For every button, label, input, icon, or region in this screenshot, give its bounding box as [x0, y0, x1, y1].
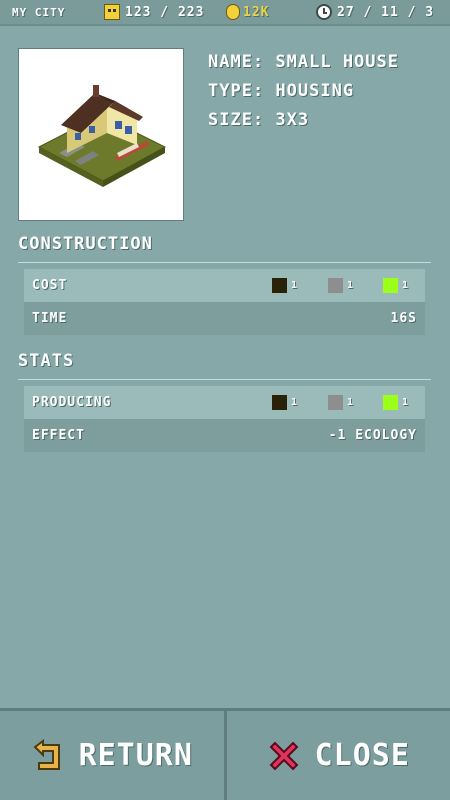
time-label: TIME [32, 311, 68, 326]
return-button[interactable]: RETURN [0, 711, 224, 800]
date-value: 27 / 11 / 3 [337, 4, 435, 20]
resource-amount: 1 [402, 280, 410, 291]
resource-amount: 1 [347, 280, 355, 291]
clock-icon [316, 4, 332, 20]
building-preview [18, 48, 184, 221]
resource-amount: 1 [291, 280, 299, 291]
return-arrow-icon [33, 738, 60, 770]
bottom-button-bar: RETURN CLOSE [0, 708, 450, 800]
resource-amount: 1 [347, 397, 355, 408]
small-house-image [37, 85, 167, 187]
resource-cost-1: 1 [272, 278, 298, 293]
dark-resource-icon [272, 395, 287, 410]
face-icon [104, 4, 120, 20]
resource-amount: 1 [291, 397, 299, 408]
top-status-bar: MY CITY 123 / 223 12K 27 / 11 / 3 [0, 0, 450, 26]
resource-produce-2: 1 [328, 395, 354, 410]
resource-amount: 1 [402, 397, 410, 408]
effect-row: EFFECT -1 ECOLOGY [24, 419, 425, 452]
building-info: NAME: SMALL HOUSE TYPE: HOUSING SIZE: 3X… [208, 48, 399, 135]
dark-resource-icon [272, 278, 287, 293]
money-value: 12K [243, 4, 270, 20]
producing-label: PRODUCING [32, 395, 112, 410]
cost-row: COST 1 1 1 [24, 269, 425, 302]
gray-resource-icon [328, 278, 343, 293]
building-name: NAME: SMALL HOUSE [208, 52, 399, 72]
construction-heading: CONSTRUCTION [18, 234, 153, 254]
close-label: CLOSE [314, 738, 410, 773]
resource-cost-2: 1 [328, 278, 354, 293]
building-size: SIZE: 3X3 [208, 110, 310, 130]
return-label: RETURN [78, 738, 193, 773]
green-resource-icon [383, 395, 398, 410]
construction-table: COST 1 1 1 TIME 16S [24, 269, 425, 335]
stats-table: PRODUCING 1 1 1 EFFECT -1 ECOLOGY [24, 386, 425, 452]
green-resource-icon [383, 278, 398, 293]
time-value: 16S [390, 311, 417, 326]
resource-produce-1: 1 [272, 395, 298, 410]
population-display: 123 / 223 [104, 4, 204, 20]
effect-label: EFFECT [32, 428, 85, 443]
money-display: 12K [226, 4, 269, 20]
coin-icon [226, 4, 240, 20]
gray-resource-icon [328, 395, 343, 410]
population-value: 123 / 223 [125, 4, 205, 20]
date-display: 27 / 11 / 3 [316, 4, 434, 20]
resource-produce-3: 1 [383, 395, 409, 410]
city-name: MY CITY [12, 6, 66, 19]
section-divider [18, 379, 431, 380]
resource-cost-3: 1 [383, 278, 409, 293]
section-divider [18, 262, 431, 263]
effect-value: -1 ECOLOGY [328, 428, 417, 443]
close-button[interactable]: CLOSE [223, 711, 450, 800]
building-type: TYPE: HOUSING [208, 81, 355, 101]
stats-heading: STATS [18, 351, 75, 371]
time-row: TIME 16S [24, 302, 425, 335]
producing-row: PRODUCING 1 1 1 [24, 386, 425, 419]
close-x-icon [269, 741, 299, 770]
cost-label: COST [32, 278, 68, 293]
